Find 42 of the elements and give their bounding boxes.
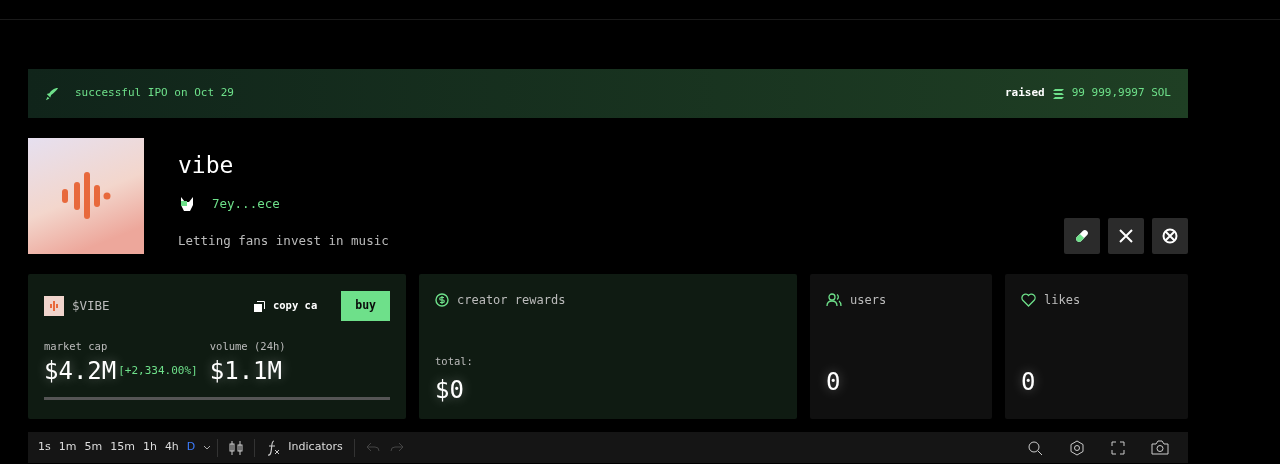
users-icon	[826, 293, 842, 307]
raised-label: raised	[1004, 85, 1045, 102]
coin-description: Letting fans invest in music	[178, 231, 389, 250]
buy-button[interactable]: buy	[341, 291, 390, 321]
market-cap-value: $4.2M	[44, 358, 117, 383]
dollar-coin-icon	[435, 293, 449, 307]
website-button[interactable]	[1152, 218, 1188, 254]
ipo-status: successful IPO on Oct 29	[75, 85, 234, 102]
coin-thumbnail-icon	[44, 296, 64, 316]
x-button[interactable]	[1108, 218, 1144, 254]
coin-ticker: $VIBE	[72, 296, 110, 315]
dropdown-caret-icon[interactable]	[203, 444, 212, 451]
pill-button[interactable]	[1064, 218, 1100, 254]
stat-title: likes	[1044, 292, 1081, 309]
interval-button[interactable]: 15m	[106, 439, 139, 456]
coin-name: vibe	[178, 154, 235, 177]
creator-link[interactable]: 7ey...ece	[212, 195, 280, 214]
interval-button[interactable]: 5m	[80, 439, 107, 456]
sol-icon	[1052, 88, 1064, 99]
avatar-icon	[178, 195, 196, 214]
total-label: total:	[435, 354, 474, 370]
interval-button[interactable]: 4h	[160, 439, 183, 456]
rewards-title: creator rewards	[457, 292, 566, 309]
copy-ca-button[interactable]: copy ca	[272, 298, 318, 314]
rewards-total: $0	[435, 378, 465, 402]
market-cap-label: market cap	[44, 339, 109, 354]
function-icon	[266, 439, 281, 456]
heart-icon	[1021, 293, 1036, 307]
market-cap-change: [+2,334.00%]	[118, 362, 198, 379]
copy-icon	[253, 300, 265, 312]
stat-title: users	[850, 292, 887, 309]
volume-value: $1.1M	[209, 358, 283, 383]
indicators-button[interactable]: Indicators	[261, 439, 348, 456]
x-logo-icon	[1119, 229, 1133, 243]
volume-label: volume (24h)	[209, 339, 286, 354]
raised-amount: 99 999,9997 SOL	[1071, 85, 1171, 102]
interval-button[interactable]: 1m	[54, 439, 81, 456]
interval-button[interactable]: 1h	[138, 439, 161, 456]
stat-value: 0	[826, 370, 842, 394]
interval-button[interactable]: 1s	[34, 439, 55, 456]
interval-button[interactable]: D	[182, 439, 200, 456]
stat-value: 0	[1021, 370, 1037, 394]
